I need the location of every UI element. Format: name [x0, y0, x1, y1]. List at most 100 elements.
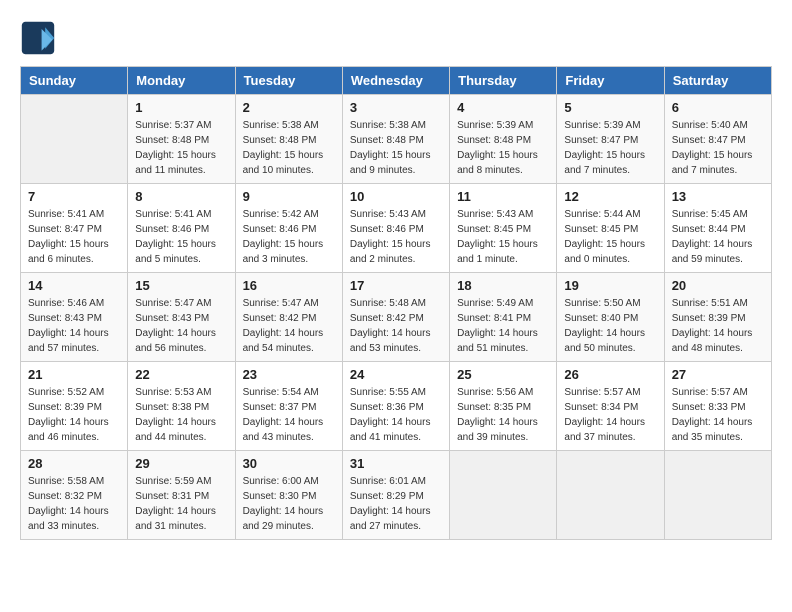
daylight-label: Daylight: 14 hours and 56 minutes.	[135, 328, 216, 354]
calendar-cell: 22 Sunrise: 5:53 AM Sunset: 8:38 PM Dayl…	[128, 362, 235, 451]
day-info: Sunrise: 5:41 AM Sunset: 8:47 PM Dayligh…	[28, 207, 120, 267]
daylight-label: Daylight: 15 hours and 6 minutes.	[28, 239, 109, 265]
day-info: Sunrise: 6:00 AM Sunset: 8:30 PM Dayligh…	[243, 474, 335, 534]
calendar-cell: 7 Sunrise: 5:41 AM Sunset: 8:47 PM Dayli…	[21, 184, 128, 273]
logo	[20, 20, 60, 56]
column-header-tuesday: Tuesday	[235, 67, 342, 95]
calendar-cell: 12 Sunrise: 5:44 AM Sunset: 8:45 PM Dayl…	[557, 184, 664, 273]
day-info: Sunrise: 5:45 AM Sunset: 8:44 PM Dayligh…	[672, 207, 764, 267]
day-number: 21	[28, 367, 120, 382]
day-number: 23	[243, 367, 335, 382]
sunrise-label: Sunrise: 5:44 AM	[564, 209, 640, 220]
day-number: 1	[135, 100, 227, 115]
sunset-label: Sunset: 8:35 PM	[457, 402, 531, 413]
sunrise-label: Sunrise: 5:42 AM	[243, 209, 319, 220]
week-row-2: 7 Sunrise: 5:41 AM Sunset: 8:47 PM Dayli…	[21, 184, 772, 273]
day-info: Sunrise: 5:58 AM Sunset: 8:32 PM Dayligh…	[28, 474, 120, 534]
day-number: 15	[135, 278, 227, 293]
calendar-cell: 9 Sunrise: 5:42 AM Sunset: 8:46 PM Dayli…	[235, 184, 342, 273]
daylight-label: Daylight: 15 hours and 7 minutes.	[564, 150, 645, 176]
sunrise-label: Sunrise: 5:46 AM	[28, 298, 104, 309]
sunrise-label: Sunrise: 5:50 AM	[564, 298, 640, 309]
week-row-1: 1 Sunrise: 5:37 AM Sunset: 8:48 PM Dayli…	[21, 95, 772, 184]
day-number: 27	[672, 367, 764, 382]
week-row-3: 14 Sunrise: 5:46 AM Sunset: 8:43 PM Dayl…	[21, 273, 772, 362]
calendar-cell: 1 Sunrise: 5:37 AM Sunset: 8:48 PM Dayli…	[128, 95, 235, 184]
sunset-label: Sunset: 8:43 PM	[28, 313, 102, 324]
calendar-cell: 2 Sunrise: 5:38 AM Sunset: 8:48 PM Dayli…	[235, 95, 342, 184]
sunset-label: Sunset: 8:47 PM	[28, 224, 102, 235]
day-number: 10	[350, 189, 442, 204]
calendar-cell: 18 Sunrise: 5:49 AM Sunset: 8:41 PM Dayl…	[450, 273, 557, 362]
sunrise-label: Sunrise: 5:52 AM	[28, 387, 104, 398]
sunrise-label: Sunrise: 5:43 AM	[350, 209, 426, 220]
daylight-label: Daylight: 15 hours and 1 minute.	[457, 239, 538, 265]
day-info: Sunrise: 5:51 AM Sunset: 8:39 PM Dayligh…	[672, 296, 764, 356]
day-number: 7	[28, 189, 120, 204]
day-info: Sunrise: 5:39 AM Sunset: 8:48 PM Dayligh…	[457, 118, 549, 178]
sunrise-label: Sunrise: 5:39 AM	[457, 120, 533, 131]
calendar-cell: 25 Sunrise: 5:56 AM Sunset: 8:35 PM Dayl…	[450, 362, 557, 451]
day-number: 8	[135, 189, 227, 204]
sunset-label: Sunset: 8:36 PM	[350, 402, 424, 413]
day-number: 30	[243, 456, 335, 471]
calendar-cell: 24 Sunrise: 5:55 AM Sunset: 8:36 PM Dayl…	[342, 362, 449, 451]
sunrise-label: Sunrise: 5:40 AM	[672, 120, 748, 131]
column-header-friday: Friday	[557, 67, 664, 95]
daylight-label: Daylight: 15 hours and 10 minutes.	[243, 150, 324, 176]
day-number: 28	[28, 456, 120, 471]
sunset-label: Sunset: 8:37 PM	[243, 402, 317, 413]
sunrise-label: Sunrise: 5:57 AM	[564, 387, 640, 398]
day-info: Sunrise: 5:42 AM Sunset: 8:46 PM Dayligh…	[243, 207, 335, 267]
sunset-label: Sunset: 8:42 PM	[350, 313, 424, 324]
sunrise-label: Sunrise: 5:56 AM	[457, 387, 533, 398]
day-info: Sunrise: 5:38 AM Sunset: 8:48 PM Dayligh…	[243, 118, 335, 178]
day-number: 25	[457, 367, 549, 382]
daylight-label: Daylight: 14 hours and 43 minutes.	[243, 417, 324, 443]
day-info: Sunrise: 5:53 AM Sunset: 8:38 PM Dayligh…	[135, 385, 227, 445]
day-info: Sunrise: 5:57 AM Sunset: 8:33 PM Dayligh…	[672, 385, 764, 445]
sunset-label: Sunset: 8:48 PM	[457, 135, 531, 146]
calendar-cell: 14 Sunrise: 5:46 AM Sunset: 8:43 PM Dayl…	[21, 273, 128, 362]
calendar-cell: 17 Sunrise: 5:48 AM Sunset: 8:42 PM Dayl…	[342, 273, 449, 362]
day-info: Sunrise: 5:38 AM Sunset: 8:48 PM Dayligh…	[350, 118, 442, 178]
daylight-label: Daylight: 14 hours and 37 minutes.	[564, 417, 645, 443]
sunrise-label: Sunrise: 5:48 AM	[350, 298, 426, 309]
column-header-thursday: Thursday	[450, 67, 557, 95]
day-info: Sunrise: 5:44 AM Sunset: 8:45 PM Dayligh…	[564, 207, 656, 267]
daylight-label: Daylight: 15 hours and 5 minutes.	[135, 239, 216, 265]
column-header-saturday: Saturday	[664, 67, 771, 95]
calendar-cell: 13 Sunrise: 5:45 AM Sunset: 8:44 PM Dayl…	[664, 184, 771, 273]
page-header	[20, 20, 772, 56]
sunset-label: Sunset: 8:38 PM	[135, 402, 209, 413]
calendar-cell: 8 Sunrise: 5:41 AM Sunset: 8:46 PM Dayli…	[128, 184, 235, 273]
daylight-label: Daylight: 15 hours and 8 minutes.	[457, 150, 538, 176]
calendar-cell: 15 Sunrise: 5:47 AM Sunset: 8:43 PM Dayl…	[128, 273, 235, 362]
day-info: Sunrise: 5:54 AM Sunset: 8:37 PM Dayligh…	[243, 385, 335, 445]
day-number: 24	[350, 367, 442, 382]
sunset-label: Sunset: 8:44 PM	[672, 224, 746, 235]
sunrise-label: Sunrise: 5:59 AM	[135, 476, 211, 487]
calendar-cell: 16 Sunrise: 5:47 AM Sunset: 8:42 PM Dayl…	[235, 273, 342, 362]
day-info: Sunrise: 5:47 AM Sunset: 8:43 PM Dayligh…	[135, 296, 227, 356]
sunset-label: Sunset: 8:48 PM	[243, 135, 317, 146]
calendar-cell: 28 Sunrise: 5:58 AM Sunset: 8:32 PM Dayl…	[21, 451, 128, 540]
day-number: 14	[28, 278, 120, 293]
sunset-label: Sunset: 8:31 PM	[135, 491, 209, 502]
sunrise-label: Sunrise: 5:41 AM	[135, 209, 211, 220]
calendar-table: SundayMondayTuesdayWednesdayThursdayFrid…	[20, 66, 772, 540]
day-info: Sunrise: 5:41 AM Sunset: 8:46 PM Dayligh…	[135, 207, 227, 267]
day-number: 3	[350, 100, 442, 115]
day-info: Sunrise: 5:56 AM Sunset: 8:35 PM Dayligh…	[457, 385, 549, 445]
sunrise-label: Sunrise: 5:38 AM	[350, 120, 426, 131]
sunrise-label: Sunrise: 5:37 AM	[135, 120, 211, 131]
calendar-cell: 26 Sunrise: 5:57 AM Sunset: 8:34 PM Dayl…	[557, 362, 664, 451]
sunrise-label: Sunrise: 5:45 AM	[672, 209, 748, 220]
daylight-label: Daylight: 15 hours and 9 minutes.	[350, 150, 431, 176]
day-number: 5	[564, 100, 656, 115]
daylight-label: Daylight: 14 hours and 39 minutes.	[457, 417, 538, 443]
calendar-cell: 11 Sunrise: 5:43 AM Sunset: 8:45 PM Dayl…	[450, 184, 557, 273]
sunrise-label: Sunrise: 5:51 AM	[672, 298, 748, 309]
day-info: Sunrise: 5:39 AM Sunset: 8:47 PM Dayligh…	[564, 118, 656, 178]
day-info: Sunrise: 6:01 AM Sunset: 8:29 PM Dayligh…	[350, 474, 442, 534]
